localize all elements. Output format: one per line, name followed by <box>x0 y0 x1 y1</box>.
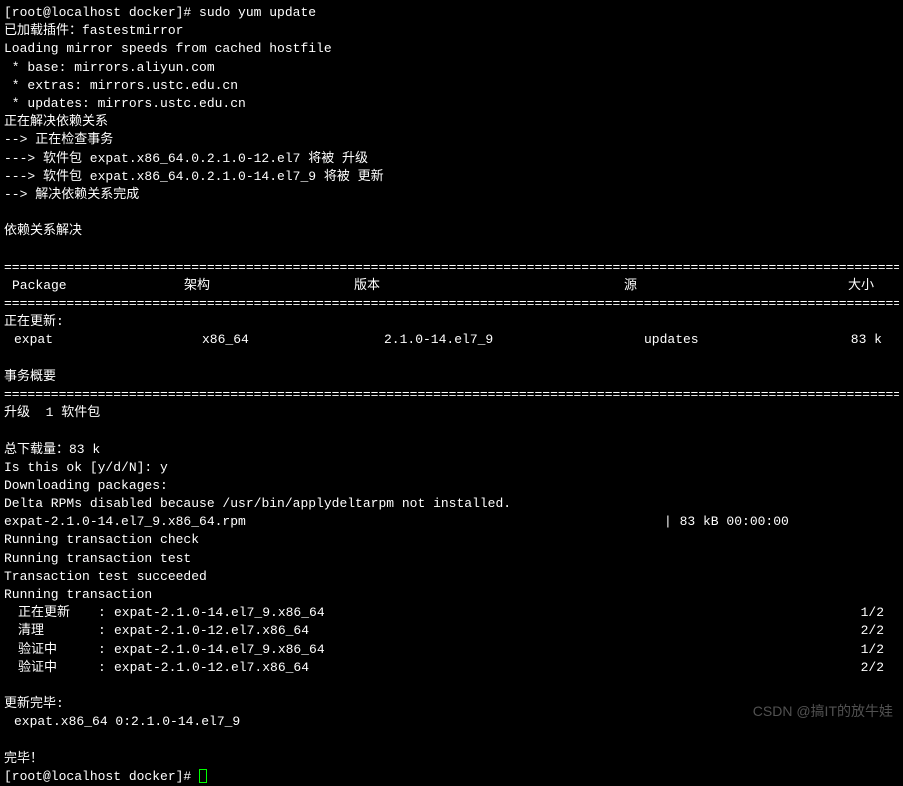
output-line: * base: mirrors.aliyun.com <box>4 59 899 77</box>
trans-count: 2/2 <box>844 622 884 640</box>
header-arch: 架构 <box>184 277 354 295</box>
output-line: ---> 软件包 expat.x86_64.0.2.1.0-14.el7_9 将… <box>4 168 899 186</box>
total-download: 总下载量：83 k <box>4 441 899 459</box>
transaction-line: 正在更新: expat-2.1.0-14.el7_9.x86_64 1/2 <box>4 604 899 622</box>
prompt-line-1: [root@localhost docker]# sudo yum update <box>4 4 899 22</box>
transaction-line: 清理: expat-2.1.0-12.el7.x86_64 2/2 <box>4 622 899 640</box>
confirm-answer: y <box>160 460 168 475</box>
blank <box>4 422 899 440</box>
blank <box>4 350 899 368</box>
output-line <box>4 204 899 222</box>
run-check: Running transaction check <box>4 531 899 549</box>
colon: : <box>98 659 114 677</box>
divider-mid: ========================================… <box>4 295 899 313</box>
run-test: Running transaction test <box>4 550 899 568</box>
table-header: Package 架构 版本 源 大小 <box>4 277 899 295</box>
summary-label: 事务概要 <box>4 368 899 386</box>
header-size: 大小 <box>814 277 874 295</box>
prompt: [root@localhost docker]# <box>4 5 199 20</box>
upgrade-count: 升级 1 软件包 <box>4 404 899 422</box>
trans-count: 1/2 <box>844 641 884 659</box>
divider-top: ========================================… <box>4 259 899 277</box>
output-line: * extras: mirrors.ustc.edu.cn <box>4 77 899 95</box>
divider-bottom: ========================================… <box>4 386 899 404</box>
output-line: --> 解决依赖关系完成 <box>4 186 899 204</box>
confirm-line[interactable]: Is this ok [y/d/N]: y <box>4 459 899 477</box>
run-trans: Running transaction <box>4 586 899 604</box>
command: sudo yum update <box>199 5 316 20</box>
cell-size: 83 k <box>814 331 882 349</box>
trans-pkg: expat-2.1.0-14.el7_9.x86_64 <box>114 605 325 620</box>
cell-package: expat <box>4 331 184 349</box>
trans-action: 验证中 <box>18 659 98 677</box>
header-package: Package <box>4 277 184 295</box>
blank <box>4 732 899 750</box>
trans-action: 清理 <box>18 622 98 640</box>
cell-version: 2.1.0-14.el7_9 <box>354 331 624 349</box>
output-line: ---> 软件包 expat.x86_64.0.2.1.0-12.el7 将被 … <box>4 150 899 168</box>
test-ok: Transaction test succeeded <box>4 568 899 586</box>
colon: : <box>98 604 114 622</box>
downloading-label: Downloading packages: <box>4 477 899 495</box>
prompt-line-2[interactable]: [root@localhost docker]# <box>4 768 899 786</box>
rpm-progress: | 83 kB 00:00:00 <box>664 513 899 531</box>
trans-count: 1/2 <box>844 604 884 622</box>
transaction-line: 验证中: expat-2.1.0-12.el7.x86_64 2/2 <box>4 659 899 677</box>
output-line: --> 正在检查事务 <box>4 131 899 149</box>
output-line: * updates: mirrors.ustc.edu.cn <box>4 95 899 113</box>
done-label: 完毕！ <box>4 750 899 768</box>
transaction-line: 验证中: expat-2.1.0-14.el7_9.x86_64 1/2 <box>4 641 899 659</box>
delta-msg: Delta RPMs disabled because /usr/bin/app… <box>4 495 899 513</box>
updating-label: 正在更新: <box>4 313 899 331</box>
output-line: 依赖关系解决 <box>4 222 899 240</box>
trans-count: 2/2 <box>844 659 884 677</box>
table-row: expat x86_64 2.1.0-14.el7_9 updates 83 k <box>4 331 899 349</box>
rpm-file: expat-2.1.0-14.el7_9.x86_64.rpm <box>4 513 664 531</box>
cell-arch: x86_64 <box>184 331 354 349</box>
trans-pkg: expat-2.1.0-12.el7.x86_64 <box>114 660 309 675</box>
trans-pkg: expat-2.1.0-14.el7_9.x86_64 <box>114 642 325 657</box>
header-source: 源 <box>624 277 814 295</box>
cursor-icon <box>199 769 207 783</box>
cell-source: updates <box>624 331 814 349</box>
header-version: 版本 <box>354 277 624 295</box>
rpm-progress-line: expat-2.1.0-14.el7_9.x86_64.rpm | 83 kB … <box>4 513 899 531</box>
output-line <box>4 240 899 258</box>
trans-action: 正在更新 <box>18 604 98 622</box>
colon: : <box>98 641 114 659</box>
watermark: CSDN @搞IT的放牛娃 <box>753 702 893 722</box>
trans-pkg: expat-2.1.0-12.el7.x86_64 <box>114 623 309 638</box>
blank <box>4 677 899 695</box>
output-line: Loading mirror speeds from cached hostfi… <box>4 40 899 58</box>
trans-action: 验证中 <box>18 641 98 659</box>
prompt: [root@localhost docker]# <box>4 769 199 784</box>
output-line: 已加载插件：fastestmirror <box>4 22 899 40</box>
colon: : <box>98 622 114 640</box>
confirm-prompt: Is this ok [y/d/N]: <box>4 460 160 475</box>
output-line: 正在解决依赖关系 <box>4 113 899 131</box>
